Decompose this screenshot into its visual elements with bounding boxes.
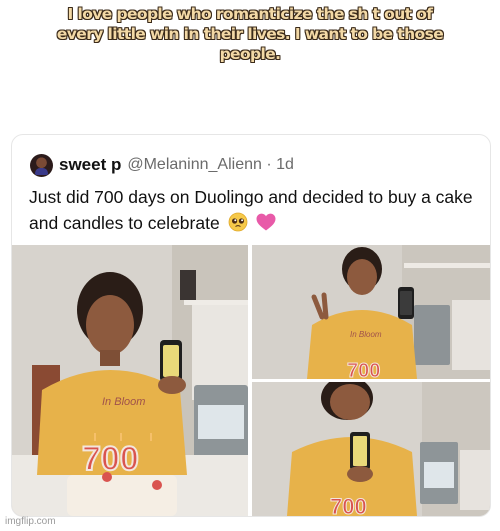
tweet-card[interactable]: sweet p @Melaninn_Alienn · 1d Just did 7… [11, 134, 491, 517]
handle-and-time[interactable]: @Melaninn_Alienn · 1d [127, 156, 294, 174]
candle-number-2: 700 [347, 360, 380, 379]
caption-line-3: people. [219, 45, 281, 63]
photo-bottom-right[interactable]: 700 [252, 382, 490, 516]
imgflip-watermark: imgflip.com [5, 516, 56, 527]
candle-number-1: 700 [82, 440, 139, 478]
photo-large-left[interactable]: In Bloom 700 [12, 245, 248, 516]
candle-number-3: 700 [330, 494, 367, 516]
pink-heart-emoji [255, 212, 277, 239]
caption-line-2: every little win in their lives. I want … [56, 25, 444, 43]
display-name[interactable]: sweet p [59, 155, 121, 175]
photo-top-right[interactable]: In Bloom 700 [252, 245, 490, 379]
pleading-face-emoji [228, 212, 248, 239]
avatar[interactable] [30, 153, 53, 177]
tweet-text: Just did 700 days on Duolingo and decide… [29, 184, 479, 239]
caption-line-1: I love people who romanticize the sh t o… [67, 5, 434, 23]
shirt-text-2: In Bloom [350, 330, 382, 339]
meme-caption: I love people who romanticize the sh t o… [0, 4, 500, 64]
tweet-body: Just did 700 days on Duolingo and decide… [29, 187, 473, 233]
tweet-header: sweet p @Melaninn_Alienn · 1d [30, 153, 294, 177]
shirt-text-1: In Bloom [102, 396, 145, 408]
